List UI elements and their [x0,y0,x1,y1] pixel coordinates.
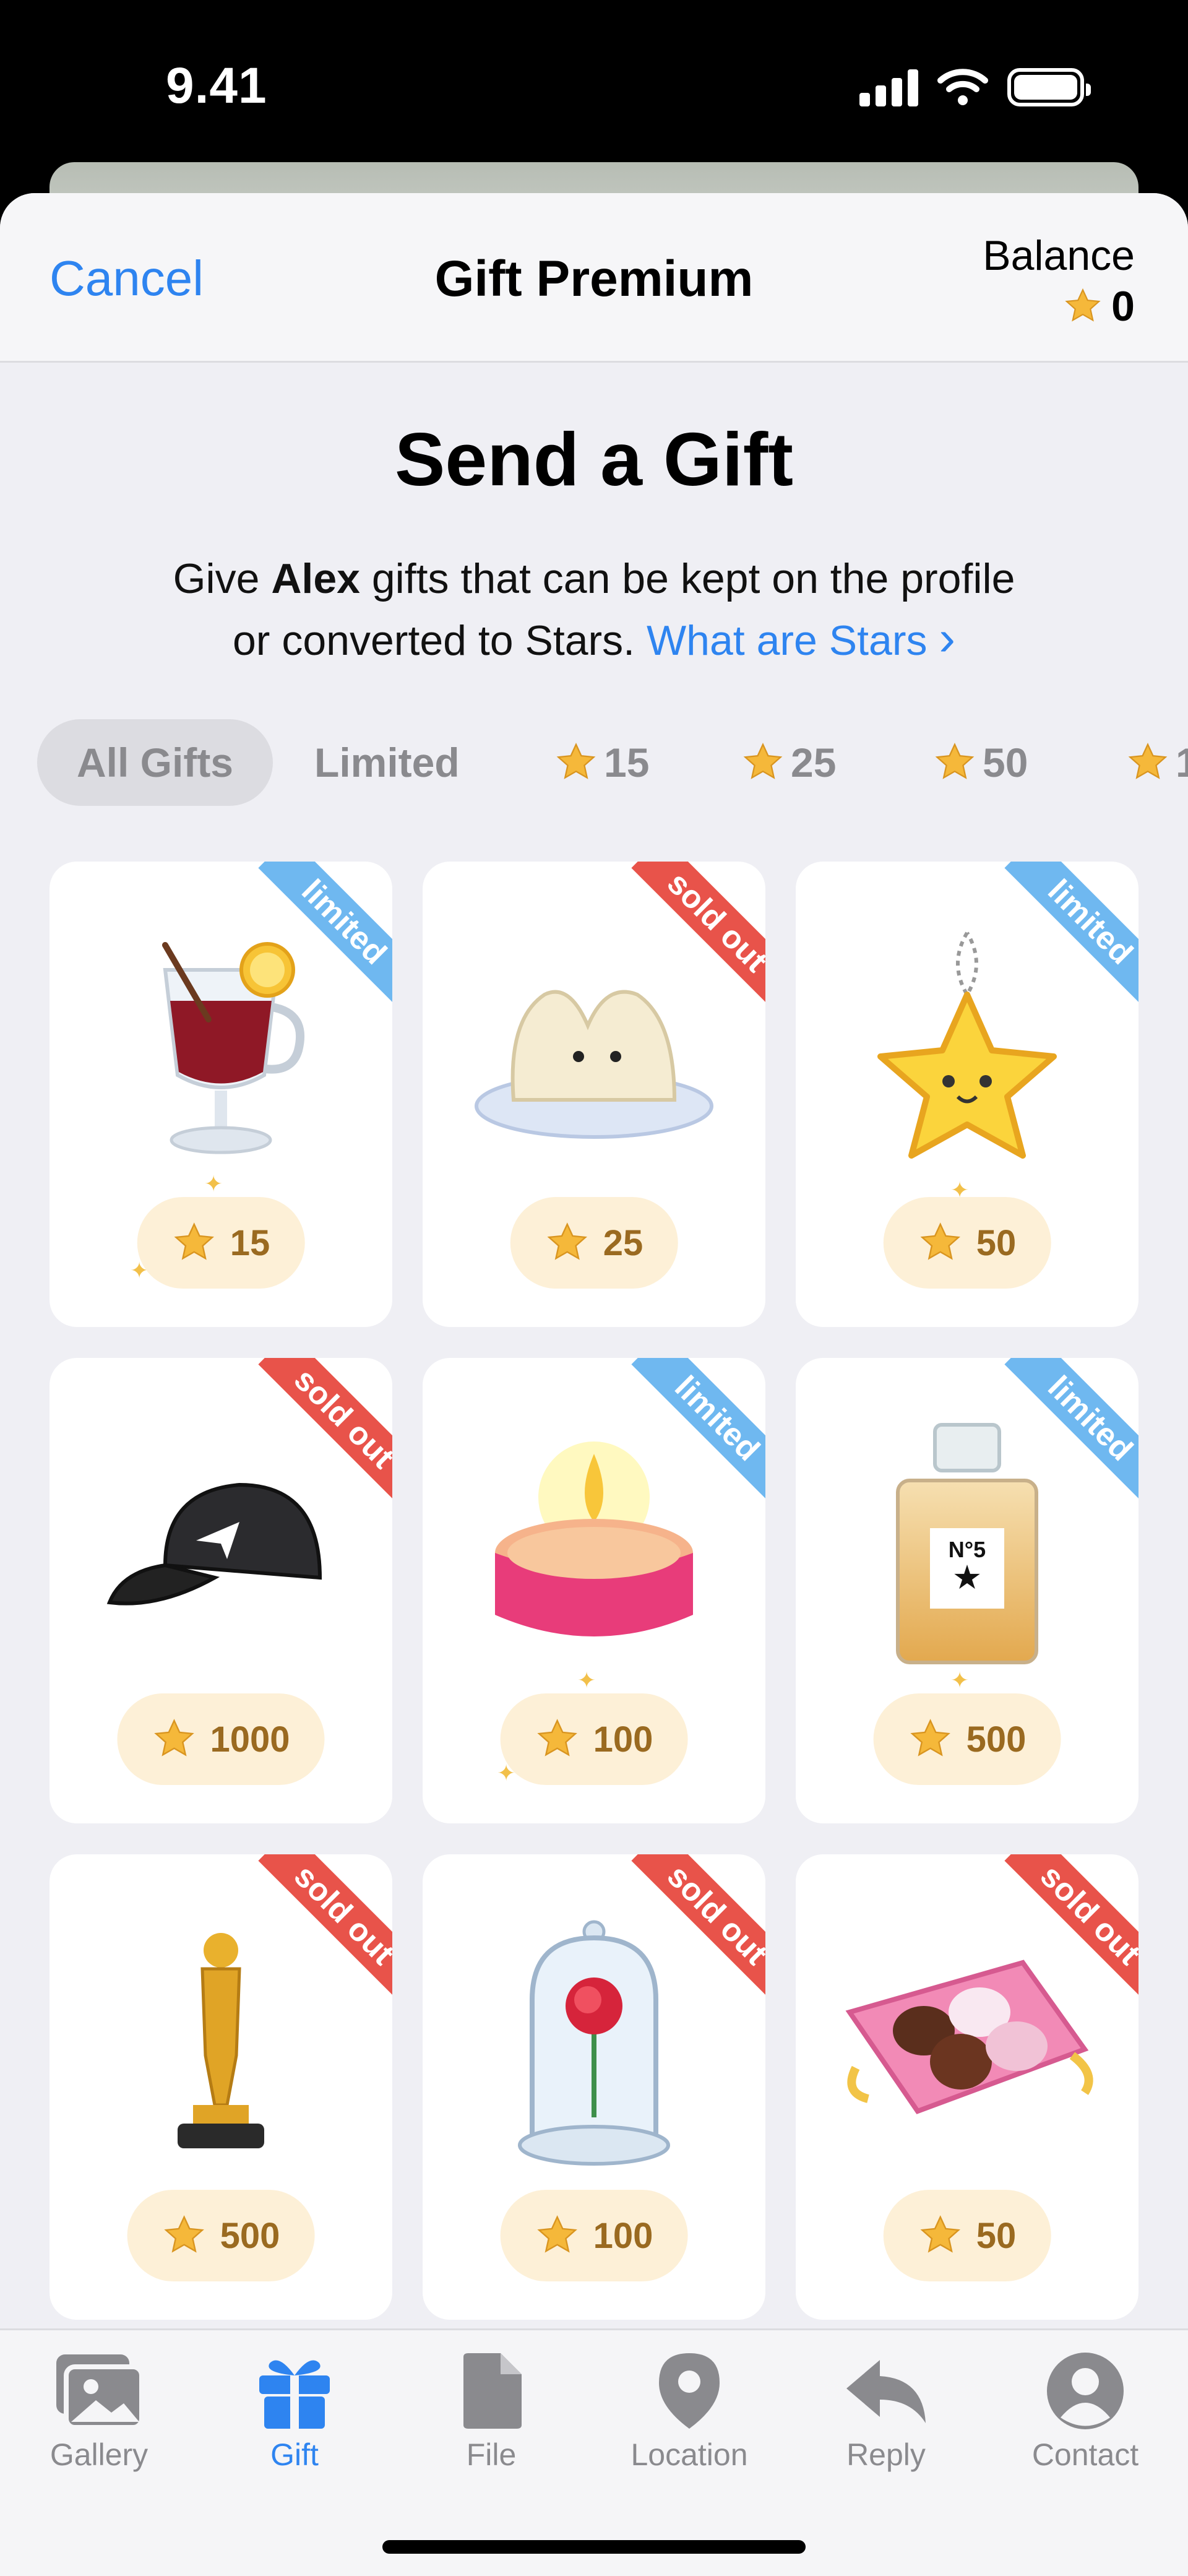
filter-tabs: All Gifts Limited 15 25 50 100 [37,719,1188,806]
perfume-label: N°5 [948,1537,986,1562]
tab-file[interactable]: File [392,2348,590,2473]
price-pill: 100 [500,1693,688,1785]
star-icon [1065,288,1101,322]
gift-card-chocolate-box[interactable]: sold out 50 [796,1854,1138,2320]
star-icon [556,743,596,779]
page-title: Send a Gift [395,417,793,501]
price-value: 1000 [210,1719,290,1760]
price-value: 100 [593,2215,653,2256]
star-icon [920,1222,960,1260]
price-value: 15 [230,1222,270,1263]
perfume-icon: N°5 ★ [796,1414,1138,1680]
balance-label: Balance [983,232,1135,279]
star-icon [547,1222,587,1260]
what-are-stars-link[interactable]: What are Stars › [647,610,955,665]
price-value: 500 [966,1719,1027,1760]
tab-100[interactable]: 100 [1126,719,1188,806]
price-pill: 50 [883,1197,1051,1289]
gift-card-perfume[interactable]: limited N°5 ★ ✦ ✦ 500 [796,1358,1138,1823]
desc-text: or converted to Stars. [232,617,647,664]
gift-card-cake[interactable]: sold out 25 [423,862,765,1327]
star-icon [743,743,783,779]
status-icons [859,67,1091,106]
star-icon [920,2215,960,2253]
tab-contact[interactable]: Contact [986,2348,1184,2473]
recipient-name: Alex [271,555,360,602]
navigation-bar: Cancel Gift Premium Balance 0 [0,193,1188,363]
contact-icon [1047,2353,1124,2429]
tab-all-gifts[interactable]: All Gifts [37,719,273,806]
gift-card-rose-dome[interactable]: sold out 100 [423,1854,765,2320]
status-bar: 9.41 [0,0,1188,179]
desc-text: gifts that can be kept on the profile [359,555,1015,602]
cap-icon [50,1414,392,1680]
wifi-icon [937,69,988,105]
tab-label: Contact [1031,2437,1139,2472]
gallery-icon [56,2354,144,2430]
reply-icon [846,2360,926,2423]
tab-gift[interactable]: Gift [196,2348,394,2473]
tab-label: Location [631,2437,748,2472]
price-value: 500 [220,2215,280,2256]
star-icon [935,743,975,779]
price-pill: 500 [127,2190,315,2281]
gift-card-statuette[interactable]: sold out 500 [50,1854,392,2320]
star-keychain-icon [796,917,1138,1183]
price-pill: 500 [873,1693,1061,1785]
price-value: 50 [976,1222,1017,1263]
gift-card-star-keychain[interactable]: limited ✦ ✦ 50 [796,862,1138,1327]
tab-50[interactable]: 50 [933,719,1028,806]
gift-icon [259,2360,330,2429]
rose-dome-icon [423,1910,765,2176]
tab-25[interactable]: 25 [741,719,836,806]
tab-gallery[interactable]: Gallery [0,2348,198,2473]
tab-15[interactable]: 15 [554,719,649,806]
star-icon [537,1719,577,1757]
location-icon [659,2353,720,2429]
candle-icon [423,1414,765,1680]
price-pill: 25 [510,1197,678,1289]
statuette-icon [50,1910,392,2176]
file-icon [463,2353,522,2429]
chocolate-box-icon [796,1910,1138,2176]
tab-reply[interactable]: Reply [787,2348,985,2473]
balance: Balance 0 [983,230,1135,332]
gift-card-cap[interactable]: sold out 1000 [50,1358,392,1823]
status-time: 9.41 [166,58,267,114]
price-pill: 50 [883,2190,1051,2281]
desc-text: Give [173,555,272,602]
balance-value: 0 [1111,283,1135,330]
tab-label: Gift [270,2437,319,2472]
star-icon [537,2215,577,2253]
tab-label: Gallery [50,2437,148,2472]
star-icon [164,2215,204,2253]
mulled-wine-icon [50,917,392,1183]
battery-icon [1007,68,1091,106]
price-pill: 100 [500,2190,688,2281]
price-value: 25 [603,1222,644,1263]
gift-card-candle[interactable]: limited ✦ ✦ 100 [423,1358,765,1823]
star-icon [1128,743,1168,779]
tab-label: Reply [846,2437,926,2472]
price-value: 50 [976,2215,1017,2256]
description: Give Alex gifts that can be kept on the … [0,549,1188,670]
star-icon [154,1719,194,1757]
cellular-signal-icon [859,68,918,106]
gift-sheet: Cancel Gift Premium Balance 0 Send a Gif… [0,193,1188,2576]
tab-limited[interactable]: Limited [314,719,460,806]
star-icon [910,1719,950,1757]
price-pill: 1000 [117,1693,325,1785]
price-value: 100 [593,1719,653,1760]
tab-location[interactable]: Location [590,2348,788,2473]
cake-icon [423,917,765,1183]
tab-label: File [466,2437,517,2472]
price-pill: 15 [137,1197,305,1289]
star-icon [174,1222,214,1260]
home-indicator[interactable] [382,2540,806,2554]
gift-card-mulled-wine[interactable]: limited ✦ ✦ 15 [50,862,392,1327]
attachment-tab-bar: Gallery Gift File Location Reply Contact [0,2328,1188,2576]
